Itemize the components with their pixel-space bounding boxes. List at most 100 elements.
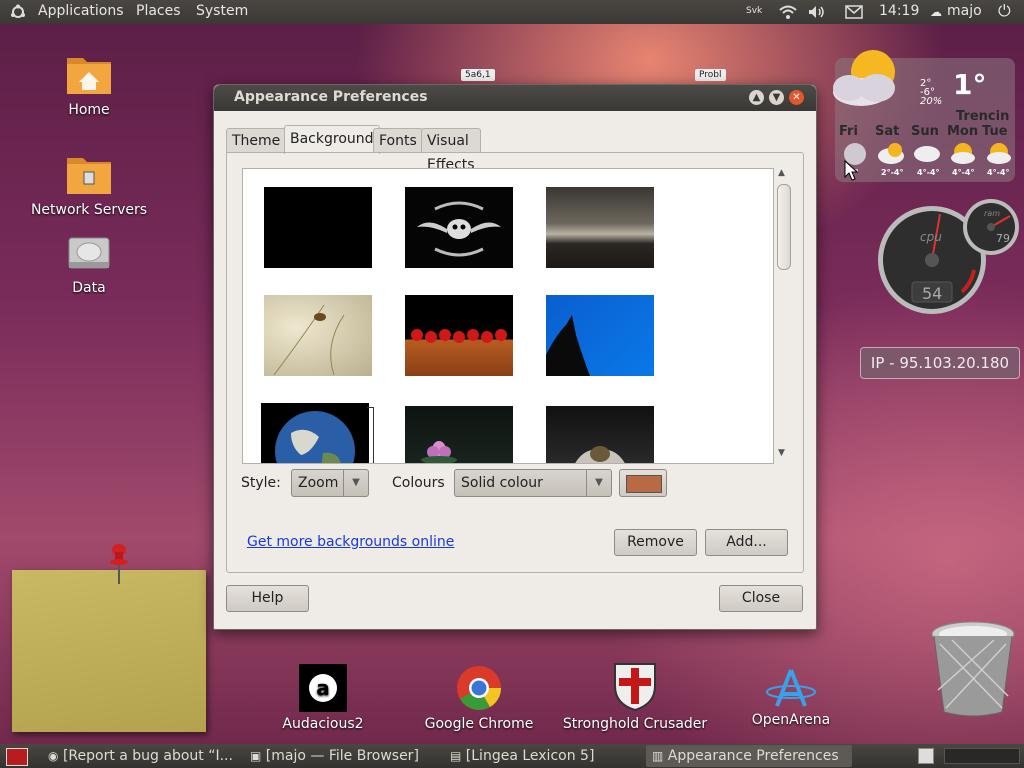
mail-icon[interactable] (845, 5, 863, 19)
dialog-titlebar[interactable]: Appearance Preferences ▲ ▼ ✕ (214, 85, 816, 111)
ubuntu-logo-icon[interactable] (10, 4, 26, 20)
scroll-down-icon[interactable]: ▼ (778, 448, 785, 458)
close-icon: ✕ (792, 92, 801, 103)
weather-widget[interactable]: 2° -6° 20% 1° Trencin Fri Sat Sun Mon Tu… (833, 50, 1015, 182)
deathbat-logo-icon (417, 201, 501, 257)
menu-applications[interactable]: Applications (38, 3, 124, 19)
volume-icon[interactable] (808, 5, 826, 19)
colours-label: Colours (392, 475, 445, 491)
weather-sun-cloud-icon (833, 50, 895, 106)
task-lingea-lexicon[interactable]: ▤ [Lingea Lexicon 5] (450, 745, 640, 767)
openarena-icon (766, 669, 816, 707)
tab-fonts[interactable]: Fonts (373, 128, 423, 153)
desktop-icon-label: Home (68, 102, 110, 118)
desktop-icon-network-servers[interactable]: Network Servers (24, 152, 154, 218)
wallpaper-thumb[interactable] (405, 295, 513, 376)
audacious-icon: a (299, 664, 347, 712)
dock-openarena[interactable]: OpenArena (716, 668, 866, 728)
trash-icon[interactable] (930, 620, 1016, 718)
pushpin-icon (110, 544, 128, 584)
task-appearance-preferences[interactable]: ▥ Appearance Preferences (646, 745, 852, 767)
cpu-gauge-label: cpu (920, 230, 942, 244)
desktop-icon-label: Data (72, 280, 106, 296)
thumb-stack-edge (367, 407, 374, 463)
show-desktop-icon[interactable] (6, 748, 28, 766)
gallery-scrollbar[interactable]: ▲ ▼ (774, 168, 792, 462)
colours-combo-value: Solid colour (461, 475, 543, 491)
task-label: [Report a bug about “I... (62, 748, 233, 764)
chevron-down-icon: ▼ (586, 470, 611, 496)
dock-audacious2[interactable]: a Audacious2 (248, 664, 398, 732)
forecast-day: Sat (875, 124, 900, 139)
tab-background[interactable]: Background (284, 125, 380, 154)
user-name[interactable]: majo (947, 3, 982, 19)
sticky-note[interactable] (12, 570, 206, 732)
colour-picker-button[interactable] (619, 469, 667, 497)
close-button[interactable]: Close (719, 585, 803, 612)
ip-address-widget[interactable]: IP - 95.103.20.180 (860, 347, 1020, 379)
wallpaper-thumb[interactable] (264, 295, 372, 376)
task-label: Appearance Preferences (667, 748, 839, 764)
ram-gauge[interactable]: ram 79 (962, 198, 1020, 256)
menu-system[interactable]: System (196, 3, 248, 19)
forecast-range: 4°-4° (917, 168, 940, 177)
add-button[interactable]: Add... (705, 529, 788, 556)
ram-gauge-label: ram (984, 209, 1000, 218)
tab-visual-effects[interactable]: Visual Effects (421, 128, 481, 173)
close-window-button[interactable]: ✕ (789, 90, 804, 105)
weather-temperature: 1° (953, 68, 987, 101)
dock-stronghold-crusader[interactable]: Stronghold Crusader (560, 662, 710, 732)
wallpaper-thumb[interactable] (264, 187, 372, 268)
svg-text:a: a (316, 676, 330, 700)
dialog-title: Appearance Preferences (234, 89, 428, 105)
power-icon[interactable]: ⏻ (998, 1, 1011, 21)
workspace-switcher[interactable] (944, 748, 1020, 764)
dock-google-chrome[interactable]: Google Chrome (404, 664, 554, 732)
minimize-button[interactable]: ▲ (749, 90, 764, 105)
cherries-icon (411, 329, 507, 343)
butterfly-icon (273, 304, 345, 376)
bottom-taskbar: ◉ [Report a bug about “I... ▣ [majo — Fi… (0, 744, 1024, 768)
chevron-down-icon: ▼ (772, 92, 781, 103)
wallpaper-thumb[interactable] (546, 406, 654, 463)
appearance-preferences-dialog: Appearance Preferences ▲ ▼ ✕ Theme Backg… (213, 84, 817, 630)
scrollbar-thumb[interactable] (777, 184, 791, 270)
tab-theme[interactable]: Theme (226, 128, 287, 153)
wallpaper-gallery[interactable] (242, 168, 774, 464)
wallpaper-thumb[interactable] (405, 406, 513, 463)
wallpaper-thumb[interactable] (405, 187, 513, 268)
task-label: [majo — File Browser] (265, 748, 419, 764)
menu-places[interactable]: Places (136, 3, 181, 19)
forecast-day: Fri (839, 124, 858, 139)
mouse-cursor-icon (844, 160, 859, 181)
wifi-icon[interactable] (778, 4, 798, 20)
task-report-bug[interactable]: ◉ [Report a bug about “I... (48, 745, 244, 767)
maximize-button[interactable]: ▼ (769, 90, 784, 105)
clock[interactable]: 14:19 (879, 3, 919, 19)
desktop-icon-label: Network Servers (30, 202, 148, 218)
colours-combo[interactable]: Solid colour ▼ (454, 469, 612, 497)
chrome-icon: ◉ (48, 749, 59, 763)
desktop-icon-data[interactable]: Data (24, 234, 154, 296)
user-icon: ☁ (930, 5, 942, 19)
scroll-up-icon[interactable]: ▲ (778, 168, 785, 178)
remove-button[interactable]: Remove (614, 529, 697, 556)
help-button[interactable]: Help (226, 585, 309, 612)
cliff-silhouette-icon (546, 315, 590, 376)
more-backgrounds-link[interactable]: Get more backgrounds online (247, 534, 454, 550)
task-file-browser[interactable]: ▣ [majo — File Browser] (250, 745, 440, 767)
dock-label: Google Chrome (424, 716, 534, 732)
forecast-range: 4°-4° (987, 168, 1010, 177)
wallpaper-thumb[interactable] (261, 403, 369, 463)
wallpaper-thumb[interactable] (546, 187, 654, 268)
forecast-day: Tue (982, 124, 1008, 139)
workspace-switcher-active[interactable] (918, 748, 934, 764)
ram-gauge-value: 79 (996, 232, 1010, 245)
dock-label: Stronghold Crusader (562, 716, 708, 732)
desktop-icon-home[interactable]: Home (24, 52, 154, 118)
desktop-tag[interactable]: Probl (695, 69, 726, 81)
desktop-tag[interactable]: 5a6,1 (461, 69, 495, 81)
keyboard-indicator[interactable]: Svk (746, 6, 762, 16)
style-combo[interactable]: Zoom ▼ (291, 469, 369, 497)
wallpaper-thumb[interactable] (546, 295, 654, 376)
